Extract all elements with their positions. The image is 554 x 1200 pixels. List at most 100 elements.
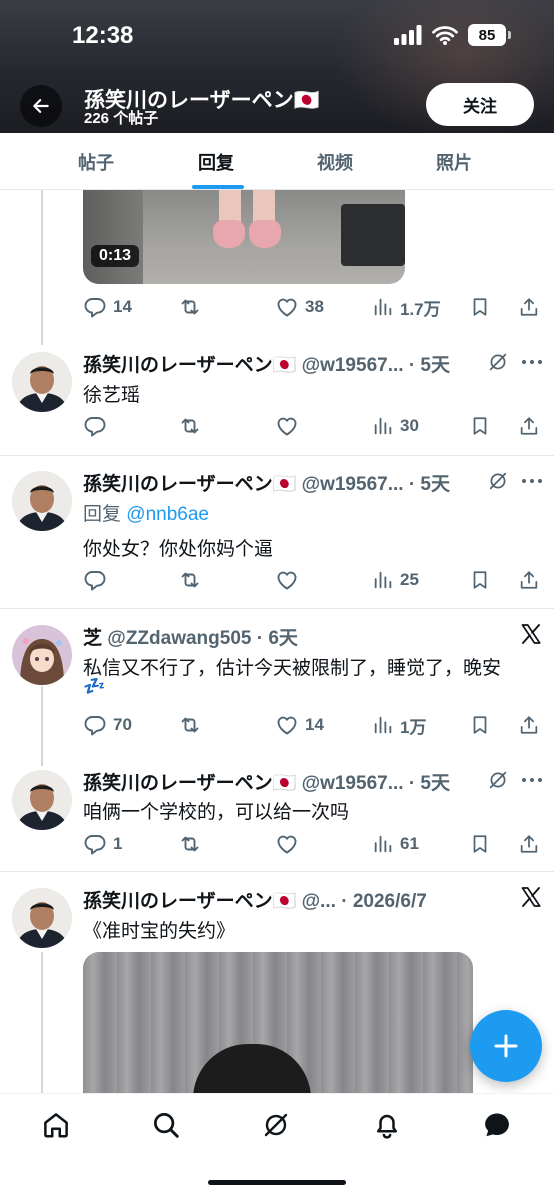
post-header: 芝 @ZZdawang505 · 6天 bbox=[83, 623, 298, 650]
repost-button[interactable] bbox=[178, 710, 202, 740]
like-button[interactable] bbox=[275, 565, 299, 595]
avatar[interactable] bbox=[12, 352, 72, 412]
share-icon bbox=[518, 569, 540, 591]
bookmark-button[interactable] bbox=[469, 710, 491, 740]
post-time: · 6天 bbox=[256, 628, 298, 649]
more-icon[interactable] bbox=[521, 470, 543, 492]
active-tab-indicator bbox=[192, 185, 244, 189]
status-icons: 85 bbox=[394, 24, 511, 46]
post-text: 你处女？你处你妈个逼 bbox=[83, 539, 274, 560]
share-icon bbox=[518, 296, 540, 318]
repost-button[interactable] bbox=[178, 411, 202, 441]
photo-person bbox=[193, 1044, 311, 1094]
repost-button[interactable] bbox=[178, 565, 202, 595]
avatar[interactable] bbox=[12, 888, 72, 948]
bookmark-button[interactable] bbox=[469, 829, 491, 859]
bookmark-button[interactable] bbox=[469, 292, 491, 322]
author-name[interactable]: 孫笑川のレーザーペン🇯🇵 bbox=[83, 773, 296, 794]
grok-icon[interactable] bbox=[487, 470, 509, 492]
follow-button[interactable]: 关注 bbox=[426, 83, 534, 126]
share-icon bbox=[518, 415, 540, 437]
avatar[interactable] bbox=[12, 471, 72, 531]
bookmark-button[interactable] bbox=[469, 411, 491, 441]
views-button[interactable]: 61 bbox=[372, 829, 419, 859]
reply-button[interactable] bbox=[83, 565, 107, 595]
bookmark-icon bbox=[469, 415, 491, 437]
mention-link[interactable]: @nnb6ae bbox=[126, 504, 209, 525]
author-handle[interactable]: @... bbox=[302, 891, 336, 912]
post-header: 孫笑川のレーザーペン🇯🇵 @w19567... · 5天 bbox=[83, 350, 450, 377]
reply-button[interactable]: 14 bbox=[83, 292, 132, 322]
author-name[interactable]: 孫笑川のレーザーペン🇯🇵 bbox=[83, 891, 296, 912]
x-logo-icon[interactable] bbox=[519, 885, 543, 909]
grok-icon[interactable] bbox=[487, 769, 509, 791]
reply-button[interactable] bbox=[83, 411, 107, 441]
like-button[interactable]: 38 bbox=[275, 292, 324, 322]
like-button[interactable] bbox=[275, 829, 299, 859]
share-button[interactable] bbox=[518, 710, 540, 740]
author-name[interactable]: 孫笑川のレーザーペン🇯🇵 bbox=[83, 355, 296, 376]
x-logo-icon[interactable] bbox=[519, 622, 543, 646]
back-button[interactable] bbox=[20, 85, 62, 127]
status-time: 12:38 bbox=[72, 22, 134, 49]
reply-icon bbox=[83, 295, 107, 319]
messages-icon[interactable] bbox=[482, 1110, 512, 1140]
more-icon[interactable] bbox=[521, 769, 543, 791]
post-actions: 14 38 1.7万 bbox=[83, 292, 543, 322]
post-header: 孫笑川のレーザーペン🇯🇵 @w19567... · 5天 bbox=[83, 469, 450, 496]
post-text: 徐艺瑶 bbox=[83, 385, 141, 406]
reply-button[interactable]: 1 bbox=[83, 829, 122, 859]
author-name[interactable]: 孫笑川のレーザーペン🇯🇵 bbox=[83, 474, 296, 495]
search-icon[interactable] bbox=[151, 1110, 181, 1140]
video-thumbnail[interactable]: 0:13 bbox=[83, 190, 405, 284]
post-time: · 2026/6/7 bbox=[341, 891, 427, 912]
thread-connector bbox=[41, 190, 43, 345]
slipper-image bbox=[213, 220, 245, 248]
battery-indicator: 85 bbox=[468, 24, 511, 46]
reply-icon bbox=[83, 414, 107, 438]
views-button[interactable]: 1.7万 bbox=[372, 292, 441, 322]
share-button[interactable] bbox=[518, 565, 540, 595]
compose-button[interactable] bbox=[470, 1010, 542, 1082]
back-arrow-icon bbox=[33, 99, 49, 113]
views-button[interactable]: 1万 bbox=[372, 710, 426, 740]
like-button[interactable]: 14 bbox=[275, 710, 324, 740]
repost-icon bbox=[178, 713, 202, 737]
video-duration: 0:13 bbox=[91, 245, 140, 267]
thread-connector bbox=[41, 952, 43, 1093]
grok-icon[interactable] bbox=[487, 351, 509, 373]
share-button[interactable] bbox=[518, 411, 540, 441]
views-button[interactable]: 30 bbox=[372, 411, 419, 441]
share-icon bbox=[518, 714, 540, 736]
share-button[interactable] bbox=[518, 829, 540, 859]
views-button[interactable]: 25 bbox=[372, 565, 419, 595]
home-icon[interactable] bbox=[41, 1110, 71, 1140]
bookmark-button[interactable] bbox=[469, 565, 491, 595]
bell-icon[interactable] bbox=[372, 1110, 402, 1140]
plus-icon bbox=[494, 1034, 518, 1058]
author-name[interactable]: 芝 bbox=[83, 628, 102, 649]
like-button[interactable] bbox=[275, 411, 299, 441]
author-handle[interactable]: @ZZdawang505 bbox=[107, 628, 251, 649]
grok-nav-icon[interactable] bbox=[261, 1110, 291, 1140]
repost-button[interactable] bbox=[178, 292, 202, 322]
author-handle[interactable]: @w19567... bbox=[302, 773, 404, 794]
repost-button[interactable] bbox=[178, 829, 202, 859]
tab-videos[interactable]: 视频 bbox=[317, 149, 353, 175]
tab-posts[interactable]: 帖子 bbox=[78, 149, 114, 175]
share-button[interactable] bbox=[518, 292, 540, 322]
avatar[interactable] bbox=[12, 770, 72, 830]
more-icon[interactable] bbox=[521, 351, 543, 373]
profile-header: 12:38 85 孫笑川のレーザーペン🇯🇵 226 个帖子 关注 bbox=[0, 0, 554, 133]
author-handle[interactable]: @w19567... bbox=[302, 355, 404, 376]
avatar[interactable] bbox=[12, 625, 72, 685]
reply-icon bbox=[83, 713, 107, 737]
post-time: · 5天 bbox=[408, 474, 451, 495]
post-time: · 5天 bbox=[408, 355, 451, 376]
author-handle[interactable]: @w19567... bbox=[302, 474, 404, 495]
reply-button[interactable]: 70 bbox=[83, 710, 132, 740]
tab-replies[interactable]: 回复 bbox=[198, 149, 234, 175]
post-photo[interactable] bbox=[83, 952, 473, 1094]
tab-photos[interactable]: 照片 bbox=[436, 149, 472, 175]
repost-icon bbox=[178, 295, 202, 319]
